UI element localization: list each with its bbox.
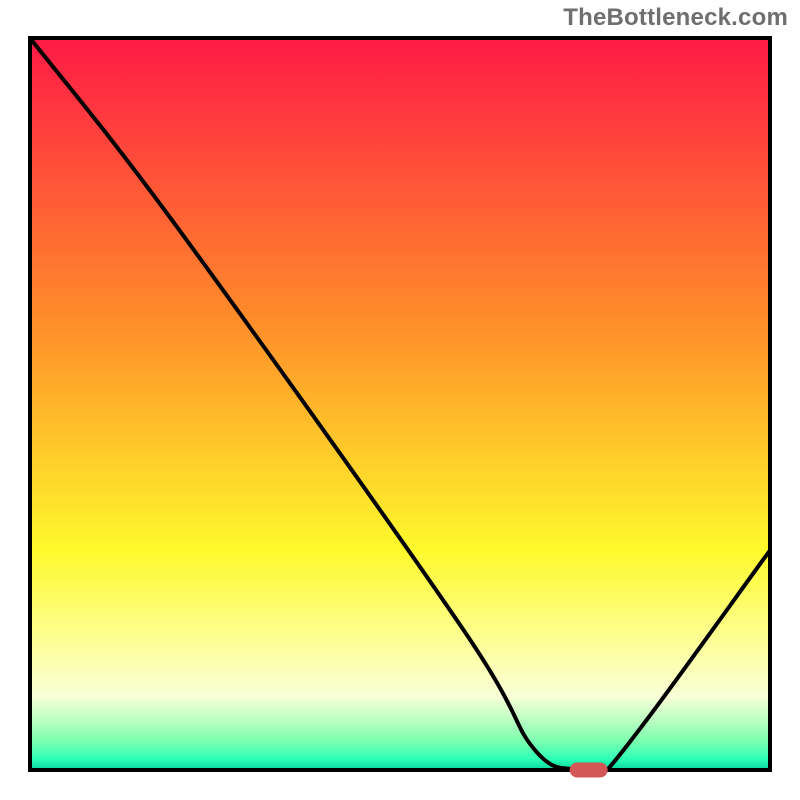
bottleneck-chart bbox=[0, 0, 800, 800]
chart-container: TheBottleneck.com bbox=[0, 0, 800, 800]
attribution-label: TheBottleneck.com bbox=[563, 4, 788, 32]
gradient-background bbox=[30, 38, 770, 770]
optimal-marker bbox=[570, 763, 607, 777]
